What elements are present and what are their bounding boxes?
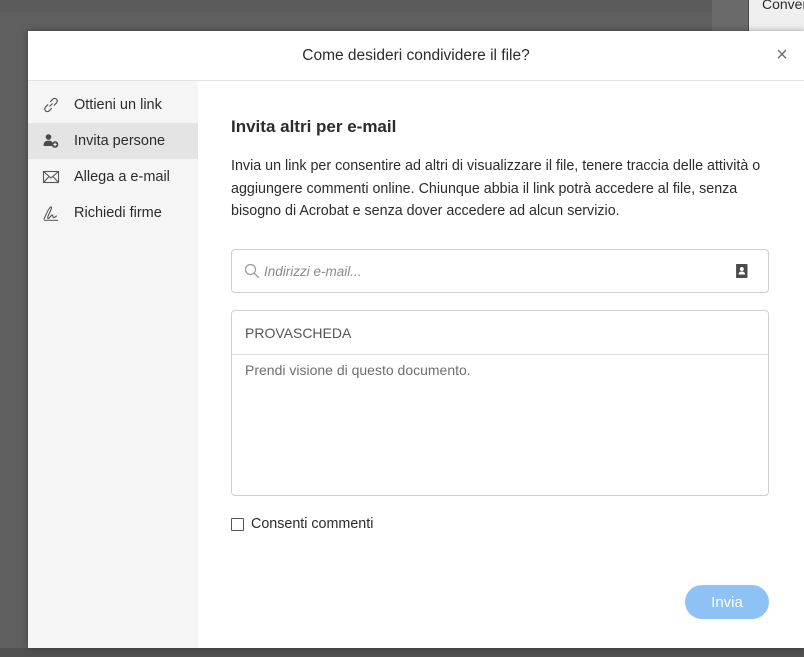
sidebar-item-label: Richiedi firme <box>74 205 162 221</box>
share-options-sidebar: Ottieni un link Invita persone Allega a … <box>28 81 198 648</box>
message-field[interactable]: Prendi visione di questo documento. <box>232 355 768 495</box>
sidebar-item-invite-people[interactable]: Invita persone <box>28 123 198 159</box>
dialog-header: Come desideri condividere il file? × <box>28 31 804 81</box>
invite-description: Invia un link per consentire ad altri di… <box>231 158 761 219</box>
dialog-title: Come desideri condividere il file? <box>302 47 530 64</box>
sidebar-item-label: Allega a e-mail <box>74 169 170 185</box>
sidebar-item-label: Ottieni un link <box>74 97 162 113</box>
allow-comments-option[interactable]: Consenti commenti <box>231 516 373 532</box>
signature-icon <box>42 204 60 222</box>
add-person-icon <box>42 132 60 150</box>
subject-field[interactable] <box>232 311 768 355</box>
email-field[interactable] <box>264 260 724 282</box>
invite-panel: Invita altri per e-mail Invia un link pe… <box>198 81 804 648</box>
background-top <box>0 0 804 12</box>
address-book-icon[interactable] <box>732 262 750 280</box>
allow-comments-label: Consenti commenti <box>251 516 374 532</box>
sidebar-item-label: Invita persone <box>74 133 166 149</box>
send-button[interactable]: Invia <box>685 585 769 619</box>
allow-comments-checkbox[interactable] <box>231 517 244 531</box>
sidebar-item-request-signatures[interactable]: Richiedi firme <box>28 195 198 231</box>
background-bottom <box>0 648 804 657</box>
link-icon <box>42 96 60 114</box>
section-heading: Invita altri per e-mail <box>231 117 397 136</box>
background-panel-label: Conver <box>762 0 804 12</box>
message-composer: Prendi visione di questo documento. <box>231 310 769 496</box>
search-icon <box>243 262 261 280</box>
envelope-icon <box>42 168 60 186</box>
sidebar-item-attach-email[interactable]: Allega a e-mail <box>28 159 198 195</box>
email-field-container <box>231 249 769 293</box>
close-button[interactable]: × <box>770 43 794 67</box>
sidebar-item-get-link[interactable]: Ottieni un link <box>28 87 198 123</box>
share-dialog: Come desideri condividere il file? × Ott… <box>28 31 804 648</box>
